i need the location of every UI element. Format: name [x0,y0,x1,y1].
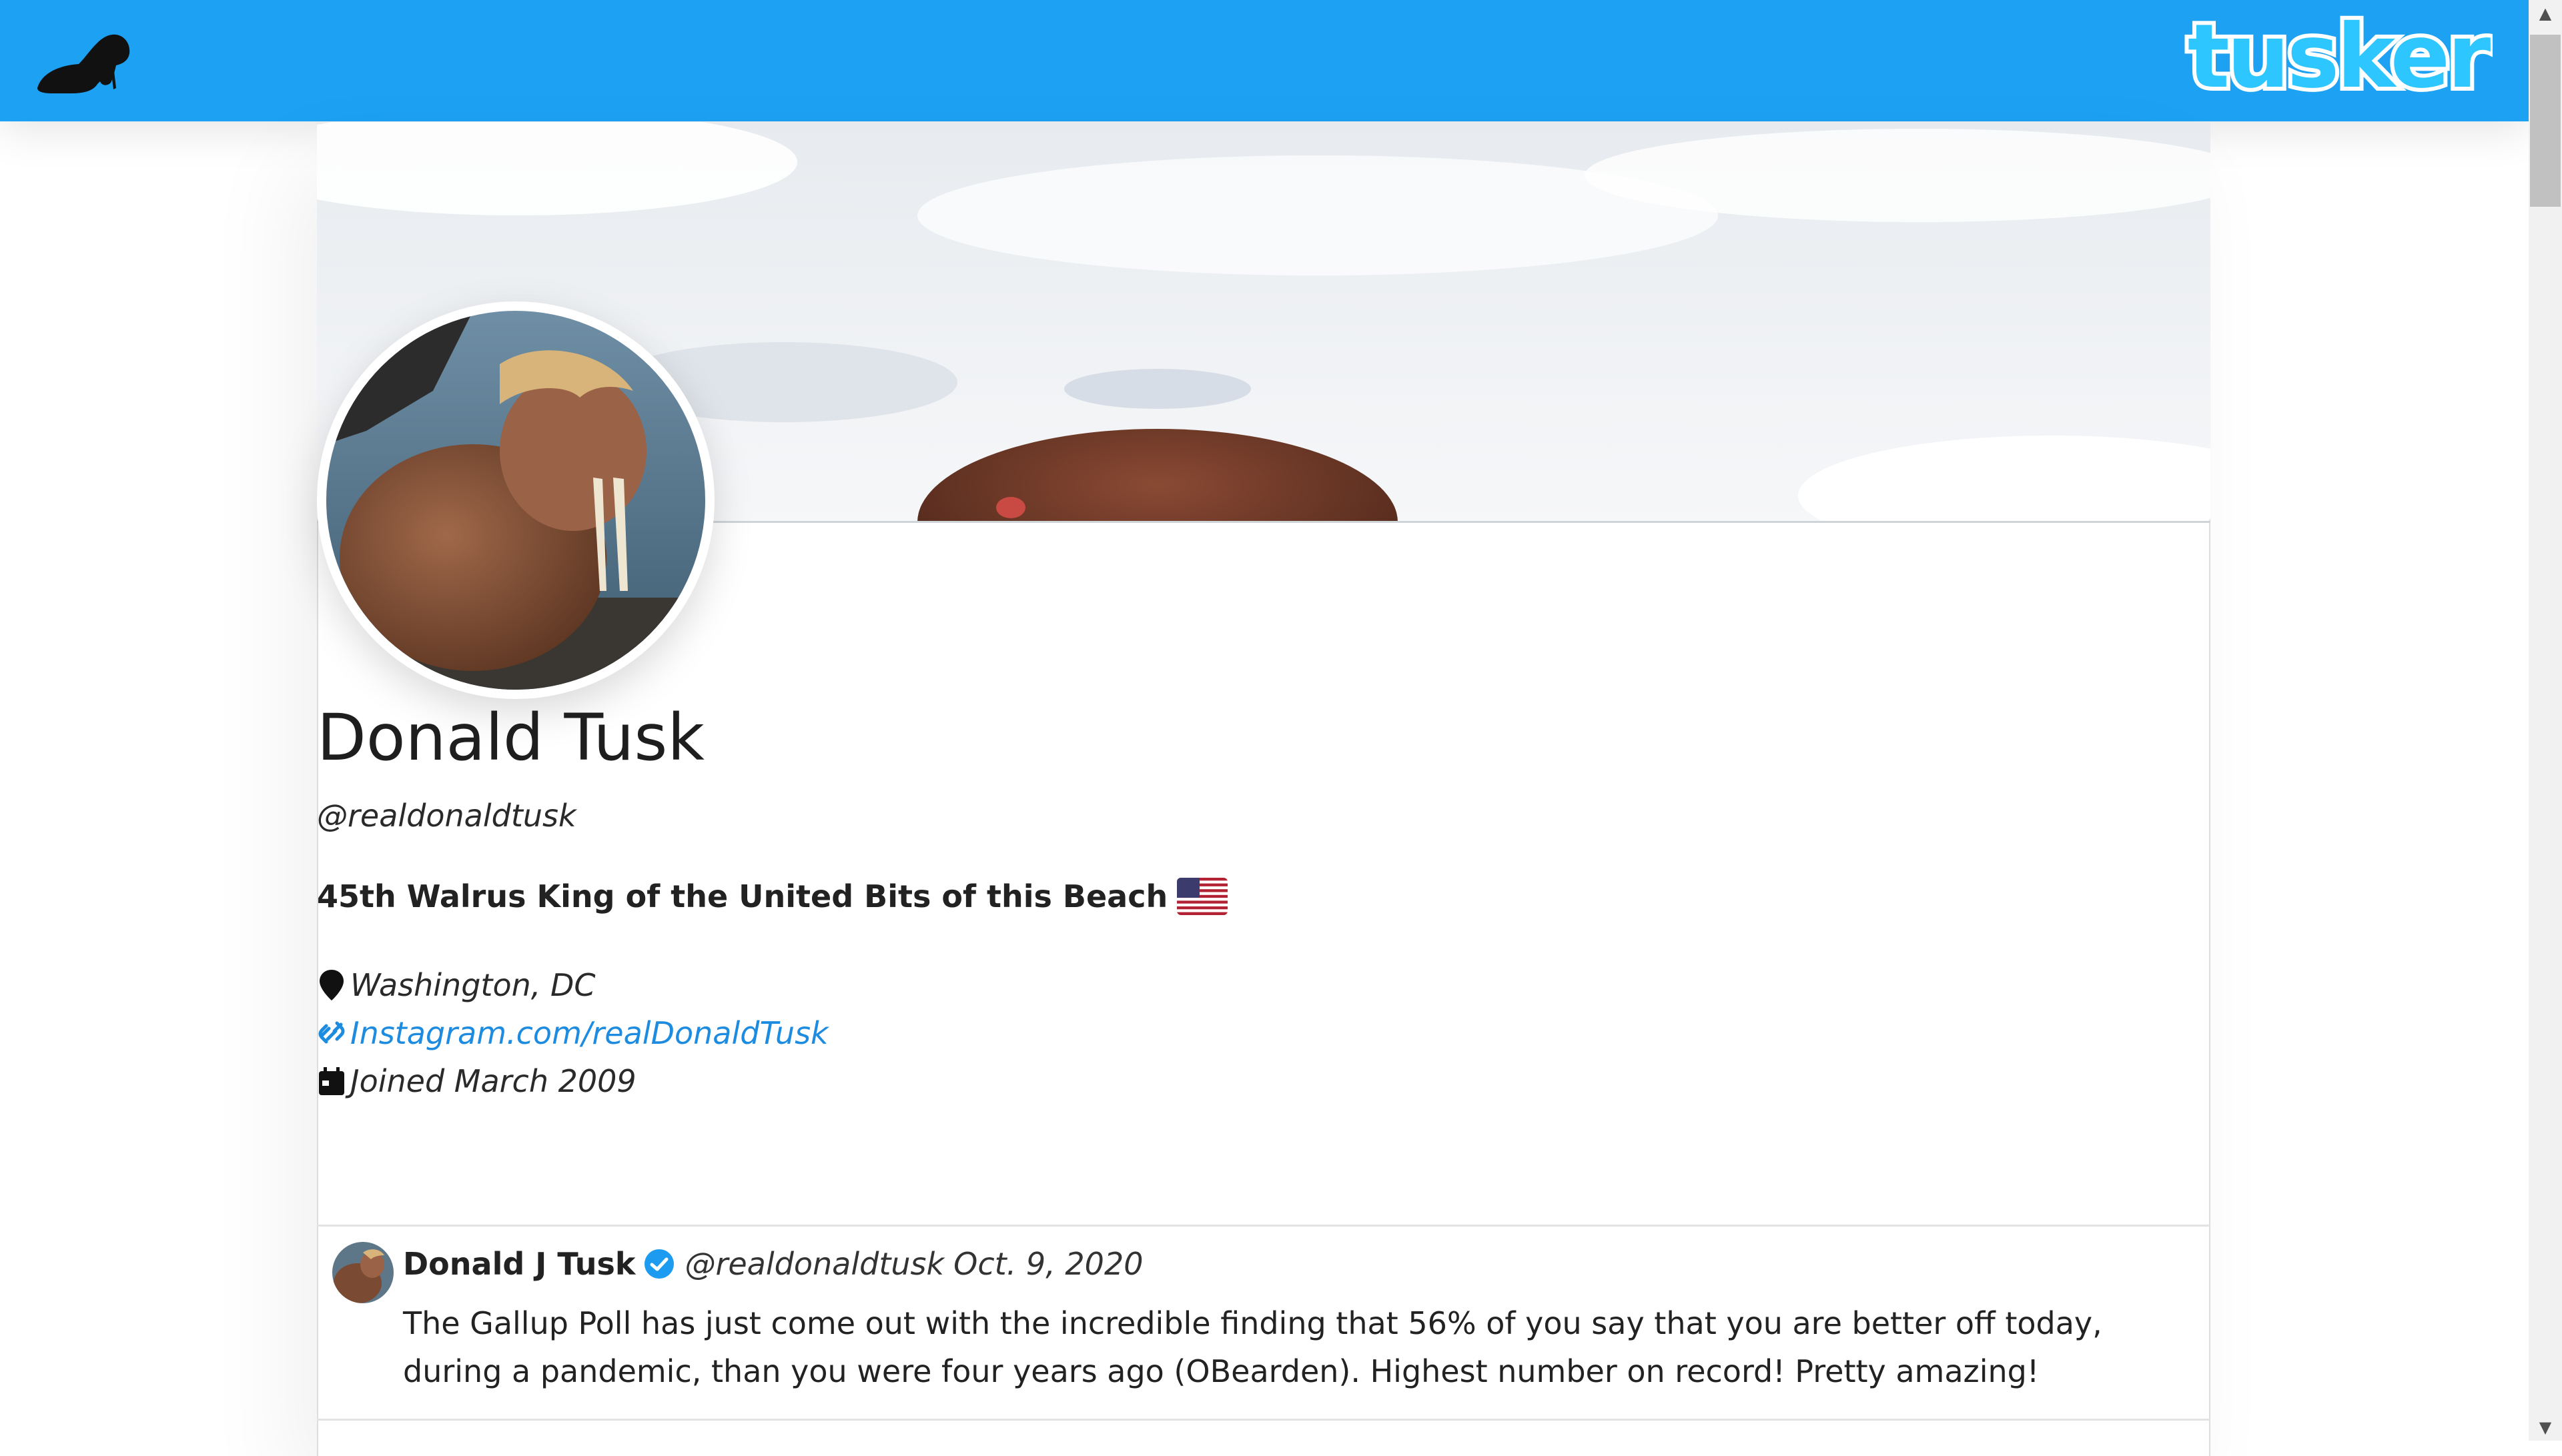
us-flag-icon [1177,878,1228,915]
profile-display-name: Donald Tusk [317,700,705,775]
profile-bio: 45th Walrus King of the United Bits of t… [317,878,1228,915]
vertical-scrollbar[interactable] [2529,0,2562,1441]
map-pin-icon [320,970,344,1000]
profile-location: Washington, DC [317,967,596,1003]
tweet-date[interactable]: Oct. 9, 2020 [953,1246,1143,1282]
svg-text:tusker: tusker [2188,12,2491,108]
tweet-text: The Gallup Poll has just come out with t… [403,1305,2102,1389]
scroll-up-arrow-icon[interactable]: ▲ [2529,0,2562,27]
profile-avatar[interactable] [317,301,715,699]
top-navigation-bar: tusker [0,0,2529,121]
profile-handle: @realdonaldtusk [317,798,576,834]
scrollbar-thumb[interactable] [2530,35,2561,207]
tweet-author-handle[interactable]: @realdonaldtusk [685,1246,944,1282]
walrus-logo-icon[interactable] [32,27,133,99]
joined-text: Joined March 2009 [350,1063,636,1099]
scroll-down-arrow-icon[interactable]: ▼ [2529,1414,2562,1441]
calendar-icon [319,1067,344,1095]
verified-badge-icon [645,1249,675,1279]
tweet-author-name[interactable]: Donald J Tusk [403,1246,635,1282]
location-text: Washington, DC [350,967,596,1003]
tweets-top-divider [317,1225,2210,1227]
profile-joined: Joined March 2009 [317,1063,636,1099]
tweet-divider [317,1419,2210,1421]
website-link[interactable]: Instagram.com/realDonaldTusk [350,1015,829,1051]
tweet-header: Donald J Tusk @realdonaldtusk Oct. 9, 20… [403,1246,1143,1282]
tweet-author-avatar[interactable] [332,1242,394,1303]
bio-text: 45th Walrus King of the United Bits of t… [317,878,1168,914]
profile-website[interactable]: Instagram.com/realDonaldTusk [317,1015,829,1051]
tusker-wordmark-logo[interactable]: tusker [2183,12,2493,111]
link-icon [318,1021,345,1044]
